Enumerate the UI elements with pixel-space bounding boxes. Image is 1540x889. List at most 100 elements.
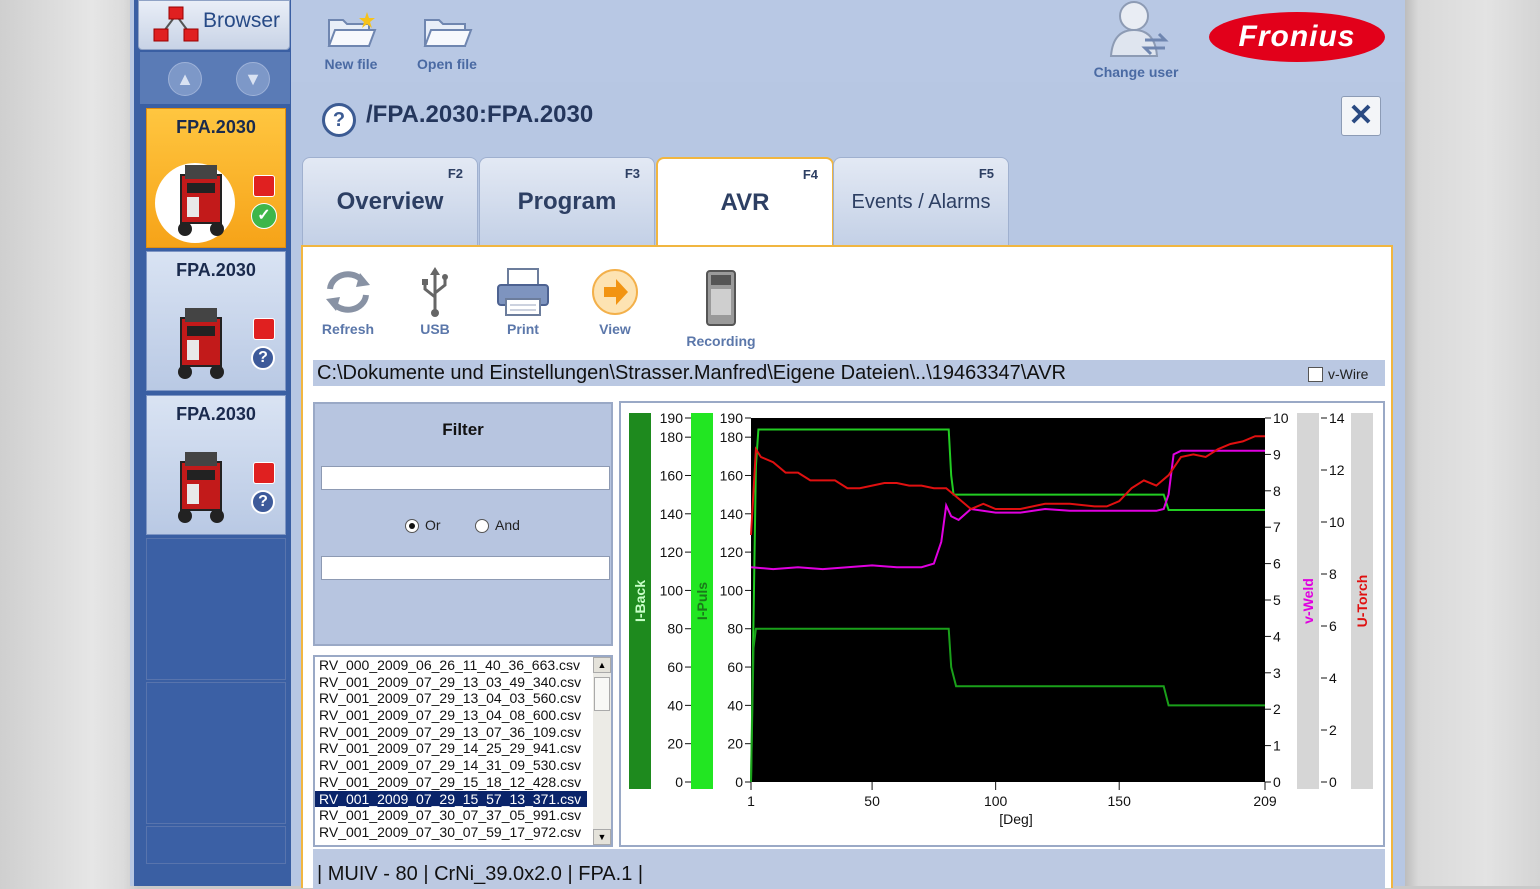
tab-avr[interactable]: F4 AVR (656, 157, 834, 249)
filter-panel: Filter Or And (313, 402, 613, 646)
radio-or[interactable]: Or (405, 517, 441, 534)
view-label: View (599, 321, 631, 337)
v-weld-tick-label: 2 (1273, 701, 1281, 717)
file-list-item[interactable]: RV_001_2009_07_30_07_37_05_991.csv (315, 807, 587, 824)
file-list-item[interactable]: RV_000_2009_06_26_11_40_36_663.csv (315, 657, 587, 674)
fronius-logo: Fronius (1209, 12, 1385, 62)
u-torch-tick-label: 2 (1329, 722, 1337, 738)
user-icon (1109, 1, 1169, 57)
device-nav: ▲ ▼ (140, 52, 290, 104)
usb-button[interactable]: USB (415, 267, 455, 337)
tab-label: Events / Alarms (851, 191, 991, 213)
desktop-background-right (1405, 0, 1540, 886)
x-tick-label: 209 (1253, 793, 1277, 809)
new-file-button[interactable]: New file (321, 10, 381, 72)
refresh-icon (326, 271, 370, 313)
filter-input-1[interactable] (321, 466, 610, 490)
empty-slot (146, 682, 286, 824)
device-tag-icon (253, 318, 275, 340)
file-list-item[interactable]: RV_001_2009_07_29_13_04_03_560.csv (315, 690, 587, 707)
file-list-item[interactable]: RV_001_2009_07_29_13_03_49_340.csv (315, 674, 587, 691)
file-list-item[interactable]: RV_001_2009_07_29_14_25_29_941.csv (315, 740, 587, 757)
i-back-tick-label: 40 (667, 697, 683, 713)
device-name: FPA.2030 (176, 117, 256, 137)
i-puls-tick-label: 120 (720, 544, 744, 560)
new-file-label: New file (324, 56, 378, 72)
change-user-button[interactable]: Change user (1091, 0, 1181, 80)
i-back-tick-label: 190 (660, 410, 684, 426)
x-tick-label: 50 (864, 793, 880, 809)
radio-or-indicator[interactable] (405, 519, 419, 534)
i-puls-tick-label: 0 (735, 774, 743, 790)
new-folder-icon (327, 12, 377, 47)
file-list-item[interactable]: RV_001_2009_07_29_14_31_09_530.csv (315, 757, 587, 774)
network-icon (153, 6, 199, 42)
status-unknown-icon: ? (251, 490, 275, 514)
file-list-item[interactable]: RV_001_2009_07_29_15_57_13_371.csv (315, 790, 587, 808)
print-button[interactable]: Print (493, 267, 553, 337)
i-puls-axis-label: I-Puls (694, 582, 710, 620)
i-puls-tick-label: 140 (720, 506, 744, 522)
file-list-item[interactable]: RV_001_2009_07_30_07_59_17_972.csv (315, 824, 587, 841)
scroll-thumb[interactable] (594, 677, 610, 711)
file-rows: RV_000_2009_06_26_11_40_36_663.csv RV_001… (315, 657, 611, 841)
recording-label: Recording (686, 333, 756, 349)
device-card-2[interactable]: FPA.2030 ? (146, 251, 286, 391)
v-weld-tick-label: 1 (1273, 738, 1281, 754)
u-torch-tick-label: 12 (1329, 462, 1345, 478)
x-tick-label: 150 (1108, 793, 1132, 809)
printer-icon (497, 268, 549, 316)
browser-label: Browser (203, 9, 281, 32)
v-wire-label: v-Wire (1328, 366, 1369, 382)
i-puls-tick-label: 100 (720, 582, 744, 598)
x-axis-title: [Deg] (999, 811, 1032, 827)
u-torch-tick-label: 6 (1329, 618, 1337, 634)
x-tick-label: 100 (984, 793, 1008, 809)
recording-button[interactable]: Recording (681, 267, 761, 349)
browser-button[interactable]: Browser (138, 0, 290, 50)
v-weld-tick-label: 7 (1273, 519, 1281, 535)
tab-shortcut: F3 (624, 166, 640, 181)
plot-area (751, 418, 1265, 782)
tab-label: AVR (720, 189, 770, 216)
device-card-1[interactable]: FPA.2030 ✓ (146, 108, 286, 248)
i-back-tick-label: 180 (660, 429, 684, 445)
radio-and[interactable]: And (475, 517, 520, 534)
device-name: FPA.2030 (176, 260, 256, 280)
chart-svg: I-Back I-Puls v-Weld U-Torch020406080100120… (629, 410, 1373, 827)
view-button[interactable]: View (587, 267, 643, 337)
avr-chart: I-Back I-Puls v-Weld U-Torch 0 20 40 60 80 100 120… (619, 401, 1385, 847)
open-file-button[interactable]: Open file (415, 10, 479, 72)
arrow-up-icon[interactable]: ▲ (168, 62, 202, 96)
arrow-down-icon[interactable]: ▼ (236, 62, 270, 96)
tab-overview[interactable]: F2 Overview (302, 157, 478, 246)
i-puls-tick-label: 190 (720, 410, 744, 426)
file-list-item[interactable]: RV_001_2009_07_29_13_07_36_109.csv (315, 724, 587, 741)
close-button[interactable]: ✕ (1341, 96, 1381, 136)
status-unknown-icon: ? (251, 346, 275, 370)
file-list-item[interactable]: RV_001_2009_07_29_15_18_12_428.csv (315, 774, 587, 791)
file-list-item[interactable]: RV_001_2009_07_29_13_04_08_600.csv (315, 707, 587, 724)
radio-and-indicator[interactable] (475, 519, 489, 534)
filter-title: Filter (442, 420, 484, 439)
arrow-right-icon (592, 269, 638, 315)
v-weld-tick-label: 5 (1273, 592, 1281, 608)
welding-machine-icon (178, 308, 224, 379)
refresh-button[interactable]: Refresh (319, 267, 377, 337)
device-card-3[interactable]: FPA.2030 ? (146, 395, 286, 535)
u-torch-tick-label: 8 (1329, 566, 1337, 582)
scroll-up-icon[interactable]: ▲ (593, 657, 611, 673)
help-icon[interactable]: ? (322, 103, 356, 137)
v-wire-checkbox[interactable] (1308, 367, 1323, 382)
radio-or-label: Or (425, 517, 441, 533)
v-weld-tick-label: 0 (1273, 774, 1281, 790)
i-puls-tick-label: 160 (720, 467, 744, 483)
file-list: RV_000_2009_06_26_11_40_36_663.csv RV_001… (313, 655, 613, 847)
tab-events-alarms[interactable]: F5 Events / Alarms (833, 157, 1009, 246)
scroll-down-icon[interactable]: ▼ (593, 829, 611, 845)
page-title: /FPA.2030:FPA.2030 (366, 101, 594, 128)
empty-slot (146, 826, 286, 864)
filter-input-2[interactable] (321, 556, 610, 580)
tab-program[interactable]: F3 Program (479, 157, 655, 246)
file-list-scrollbar[interactable]: ▲ ▼ (593, 657, 611, 845)
